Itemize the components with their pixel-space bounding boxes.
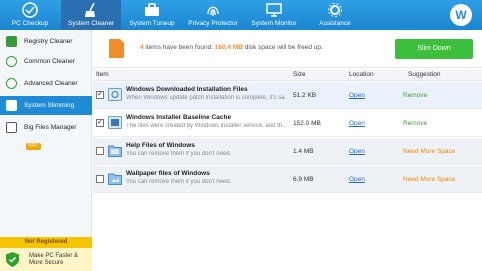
- sidebar-item-advanced-cleaner[interactable]: Advanced Cleaner: [0, 74, 92, 93]
- installer-file-icon: [108, 88, 122, 101]
- summary-text-a: items have been found.: [143, 44, 215, 51]
- nav-label: System Tuneup: [129, 20, 175, 27]
- nav-label: System Monitor: [251, 20, 297, 27]
- shield-icon: [6, 252, 19, 267]
- nav-label: Assistance: [319, 20, 351, 27]
- nav-assistance[interactable]: Assistance: [305, 0, 365, 30]
- open-location-link[interactable]: Open: [349, 148, 365, 155]
- sidebar-item-label: Registry Cleaner: [24, 38, 73, 45]
- fingerprint-icon: [207, 6, 219, 16]
- row-suggestion: Remove: [403, 120, 428, 127]
- table-row[interactable]: Help Files of Windows You can remove the…: [93, 138, 482, 165]
- nav-label: Privacy Protector: [188, 20, 238, 27]
- nav-system-cleaner[interactable]: System Cleaner: [61, 0, 121, 30]
- header-size[interactable]: Size: [293, 69, 306, 81]
- row-description: You can remove them if you don't need.: [126, 179, 232, 185]
- sidebar-item-label: Advanced Cleaner: [24, 80, 78, 87]
- sidebar-item-system-slimming[interactable]: System Slimming: [0, 96, 92, 115]
- row-checkbox[interactable]: [96, 90, 104, 99]
- registry-icon: [6, 36, 17, 47]
- not-registered-banner[interactable]: Not Registered: [0, 237, 92, 248]
- promo-line2: More Secure: [29, 260, 64, 266]
- nav-system-tuneup[interactable]: System Tuneup: [122, 0, 182, 30]
- row-suggestion: Need More Space: [403, 148, 456, 155]
- monitor-icon: [266, 3, 282, 17]
- row-size: 1.4 MB: [293, 148, 314, 155]
- help-folder-icon: [108, 145, 122, 157]
- sidebar-item-label: Common Cleaner: [24, 58, 75, 65]
- sidebar-item-label: Big Files Manager: [24, 124, 77, 131]
- check-circle-icon: [6, 78, 17, 89]
- document-icon: [109, 39, 124, 58]
- table-row[interactable]: Wallpaper files of Windows You can remov…: [93, 166, 482, 193]
- table-header: Item Size Location Suggestion: [93, 69, 482, 81]
- nav-label: PC Checkup: [11, 20, 49, 27]
- open-location-link[interactable]: Open: [349, 92, 365, 99]
- sidebar-item-big-files-manager[interactable]: Big Files Manager PRO: [0, 118, 92, 150]
- row-description: The files were created by Windows instal…: [126, 123, 286, 129]
- promo-box[interactable]: Make PC Faster & More Secure: [0, 248, 92, 271]
- table-row[interactable]: Windows Downloaded Installation Files Wh…: [93, 82, 482, 109]
- file-icon: [6, 122, 17, 133]
- row-description: When Windows update patch installation i…: [126, 95, 286, 101]
- sidebar-item-registry-cleaner[interactable]: Registry Cleaner: [0, 32, 92, 51]
- nav-label: System Cleaner: [67, 20, 115, 27]
- slim-down-button[interactable]: Slim Down: [395, 39, 473, 59]
- sidebar: Registry Cleaner Common Cleaner Advanced…: [0, 30, 92, 271]
- row-title: Wallpaper files of Windows: [126, 170, 210, 177]
- row-title: Windows Installer Baseline Cache: [126, 114, 232, 121]
- row-title: Windows Downloaded Installation Files: [126, 86, 248, 93]
- nav-system-monitor[interactable]: System Monitor: [244, 0, 304, 30]
- windows-icon: [6, 100, 17, 111]
- row-size: 6.9 MB: [293, 176, 314, 183]
- header-suggestion[interactable]: Suggestion: [408, 69, 441, 81]
- open-location-link[interactable]: Open: [349, 120, 365, 127]
- toolbox-icon: [145, 3, 159, 16]
- sidebar-item-label: System Slimming: [24, 102, 75, 109]
- user-avatar[interactable]: W: [450, 4, 472, 26]
- header-item[interactable]: Item: [96, 69, 109, 81]
- summary-bar: 4 items have been found. 160.4 MB disk s…: [93, 30, 482, 68]
- gear-tools-icon: [328, 3, 342, 17]
- pro-badge: PRO: [26, 143, 41, 150]
- promo-line1: Make PC Faster &: [29, 253, 79, 259]
- row-checkbox[interactable]: [96, 118, 104, 127]
- check-circle-icon: [6, 56, 17, 67]
- header-location[interactable]: Location: [349, 69, 374, 81]
- table-row[interactable]: Windows Installer Baseline Cache The fil…: [93, 110, 482, 137]
- promo-text: Make PC Faster & More Secure: [29, 253, 78, 267]
- row-description: You can remove them if you don't need.: [126, 151, 232, 157]
- row-checkbox[interactable]: [96, 147, 104, 155]
- freed-space: 160.4 MB: [214, 44, 243, 51]
- cache-file-icon: [108, 116, 122, 129]
- row-title: Help Files of Windows: [126, 142, 195, 149]
- row-suggestion: Remove: [403, 92, 428, 99]
- nav-pc-checkup[interactable]: PC Checkup: [0, 0, 60, 30]
- open-location-link[interactable]: Open: [349, 176, 365, 183]
- summary-text-b: disk space will be freed up.: [243, 44, 323, 51]
- row-size: 152.0 MB: [293, 120, 321, 127]
- top-nav-bar: PC Checkup System Cleaner System Tuneup …: [0, 0, 482, 30]
- summary-message: 4 items have been found. 160.4 MB disk s…: [140, 44, 323, 51]
- nav-privacy-protector[interactable]: Privacy Protector: [183, 0, 243, 30]
- row-checkbox[interactable]: [96, 175, 104, 183]
- row-suggestion: Need More Space: [403, 176, 456, 183]
- sidebar-item-common-cleaner[interactable]: Common Cleaner: [0, 52, 92, 71]
- pc-checkup-icon: [22, 2, 38, 18]
- wallpaper-folder-icon: [108, 173, 122, 185]
- row-size: 51.2 KB: [293, 92, 317, 99]
- broom-icon: [85, 2, 95, 17]
